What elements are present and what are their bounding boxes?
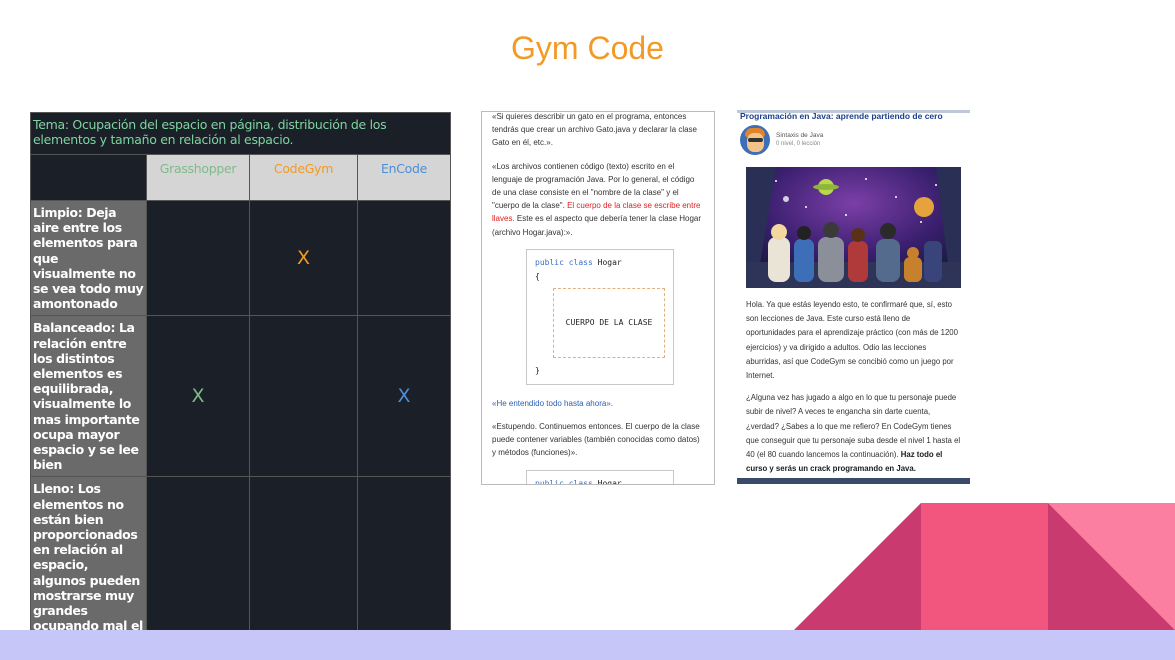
header-encode: EnCode: [357, 154, 451, 201]
mark-cell: [146, 476, 250, 654]
table-row: Balanceado: La relación entre los distin…: [30, 315, 451, 478]
code-line: public class Hogar: [535, 256, 665, 270]
comparison-table: Tema: Ocupación del espacio en página, d…: [30, 112, 451, 654]
class-body-label: CUERPO DE LA CLASE: [565, 317, 653, 327]
code-brace-open: {: [535, 271, 540, 281]
continue-link[interactable]: «He entendido todo hasta ahora».: [492, 397, 704, 410]
code-keyword: class: [568, 478, 593, 485]
course-paragraph: Hola. Ya que estás leyendo esto, te conf…: [746, 300, 958, 381]
mark-cell: X: [249, 199, 358, 317]
mark-cell: [357, 199, 451, 317]
code-line: public class Hogar: [535, 477, 665, 485]
mark-cell: X: [146, 315, 250, 478]
lesson-paragraph: «Si quieres describir un gato en el prog…: [492, 112, 697, 148]
table-row: Limpio: Deja aire entre los elementos pa…: [30, 199, 451, 317]
code-keyword: public: [535, 257, 564, 267]
lesson-paragraph: «Los archivos contienen código (texto) e…: [492, 160, 704, 239]
author-row: Sintaxis de Java 0 nivel, 0 lección: [737, 121, 970, 155]
author-meta: 0 nivel, 0 lección: [776, 141, 821, 147]
code-keyword: public: [535, 478, 564, 485]
lesson-text: Este es el aspecto que debería tener la …: [492, 214, 702, 237]
code-block: public class Hogar { CUERPO DE LA CLASE …: [526, 248, 674, 385]
mark-cell: [146, 199, 250, 317]
lesson-screenshot: «Si quieres describir un gato en el prog…: [481, 111, 715, 485]
criterion-lleno: Lleno: Los elementos no están bien propo…: [30, 476, 147, 654]
code-keyword: class: [568, 257, 593, 267]
course-paragraph: ¿Alguna vez has jugado a algo en lo que …: [746, 391, 961, 476]
course-title[interactable]: Programación en Java: aprende partiendo …: [737, 113, 970, 121]
mark-cell: [249, 315, 358, 478]
course-screenshot: Programación en Java: aprende partiendo …: [737, 110, 970, 484]
decorative-triangles: [794, 503, 1175, 630]
code-class-name: Hogar: [597, 478, 622, 485]
criterion-limpio: Limpio: Deja aire entre los elementos pa…: [30, 199, 147, 317]
code-class-name: Hogar: [597, 257, 622, 267]
header-codegym: CodeGym: [249, 154, 358, 201]
table-row: Lleno: Los elementos no están bien propo…: [30, 476, 451, 654]
author-name[interactable]: Sintaxis de Java: [776, 131, 823, 140]
space-scene-illustration: [746, 167, 961, 288]
header-blank-cell: [30, 154, 147, 201]
code-block: public class Hogar {: [526, 469, 674, 485]
table-topic: Tema: Ocupación del espacio en página, d…: [30, 112, 451, 155]
criterion-balanceado: Balanceado: La relación entre los distin…: [30, 315, 147, 478]
mark-cell: X: [357, 315, 451, 478]
mark-cell: [357, 476, 451, 654]
lesson-paragraph: «Estupendo. Continuemos entonces. El cue…: [492, 422, 700, 458]
header-grasshopper: Grasshopper: [146, 154, 250, 201]
course-footer-bar: [737, 478, 970, 484]
class-body-box: CUERPO DE LA CLASE: [553, 287, 665, 358]
bottom-band: [0, 630, 1175, 660]
slide-title: Gym Code: [511, 30, 664, 66]
mark-cell: [249, 476, 358, 654]
code-brace-close: }: [535, 365, 540, 375]
avatar: [740, 125, 770, 155]
